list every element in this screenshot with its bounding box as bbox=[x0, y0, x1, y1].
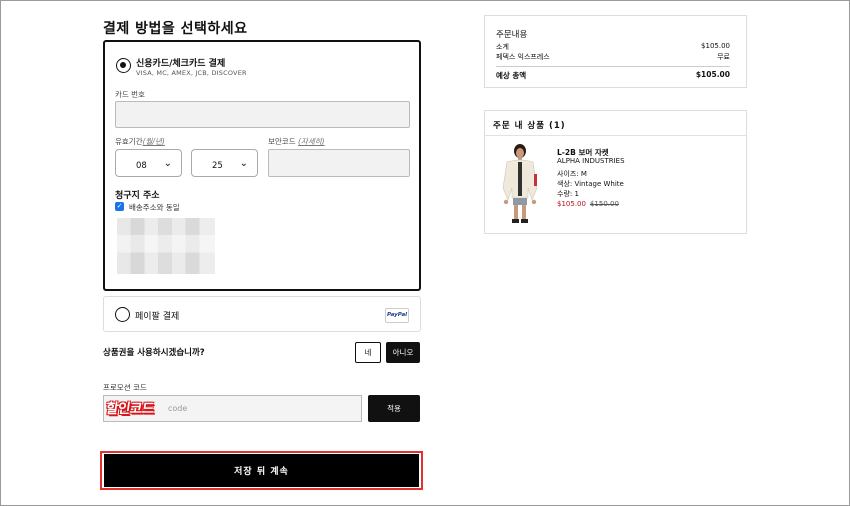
product-quantity: 수량: 1 bbox=[557, 190, 579, 198]
cvv-help-link[interactable]: (자세히) bbox=[298, 137, 325, 146]
product-sale-price: $105.00 bbox=[557, 200, 586, 208]
gift-card-question: 상품권을 사용하시겠습니까? bbox=[103, 348, 205, 358]
payment-method-heading: 결제 방법을 선택하세요 bbox=[103, 21, 248, 37]
paypal-title: 페이팔 결제 bbox=[135, 312, 180, 322]
card-networks: VISA, MC, AMEX, JCB, DISCOVER bbox=[136, 69, 247, 77]
shipping-label: 페덱스 익스프레스 bbox=[496, 53, 550, 61]
card-number-input[interactable] bbox=[115, 101, 410, 128]
promo-apply-button[interactable]: 적용 bbox=[368, 395, 420, 422]
card-payment-radio[interactable] bbox=[116, 58, 131, 73]
product-price: $105.00 $150.00 bbox=[557, 200, 619, 208]
paypal-radio[interactable] bbox=[115, 307, 130, 322]
subtotal-row: 소계 $105.00 bbox=[496, 42, 730, 52]
chevron-down-icon: ⌄ bbox=[239, 158, 248, 169]
product-size: 사이즈: M bbox=[557, 170, 587, 178]
cvv-label: 보안코드 (자세히) bbox=[268, 137, 325, 146]
chevron-down-icon: ⌄ bbox=[163, 158, 172, 169]
order-summary-title: 주문내용 bbox=[496, 30, 528, 40]
shipping-row: 페덱스 익스프레스 무료 bbox=[496, 52, 730, 62]
billing-address-heading: 청구지 주소 bbox=[115, 191, 160, 201]
expiry-year-value: 25 bbox=[212, 161, 223, 171]
gift-card-no-button[interactable]: 아니오 bbox=[386, 342, 420, 363]
shipping-value: 무료 bbox=[717, 53, 730, 61]
total-row: 예상 총액 $105.00 bbox=[496, 70, 730, 81]
total-value: $105.00 bbox=[695, 70, 730, 79]
product-original-price: $150.00 bbox=[589, 200, 619, 208]
subtotal-label: 소계 bbox=[496, 43, 509, 51]
promo-code-input[interactable]: 할인코드 code bbox=[103, 395, 362, 422]
same-as-shipping-label: 배송주소와 동일 bbox=[129, 203, 180, 212]
total-label: 예상 총액 bbox=[496, 71, 527, 80]
summary-divider bbox=[496, 66, 730, 67]
product-color: 색상: Vintage White bbox=[557, 180, 624, 188]
product-brand: ALPHA INDUSTRIES bbox=[557, 157, 625, 165]
discount-code-sticker: 할인코드 bbox=[104, 401, 155, 417]
card-number-label: 카드 번호 bbox=[115, 90, 145, 99]
expiry-month-value: 08 bbox=[136, 161, 147, 171]
promo-code-placeholder: code bbox=[168, 404, 188, 413]
expiry-label: 유효기간(월/년) bbox=[115, 137, 165, 146]
gift-card-yes-button[interactable]: 네 bbox=[355, 342, 381, 363]
card-payment-title: 신용카드/체크카드 결제 bbox=[136, 59, 226, 69]
paypal-logo-icon: PayPal bbox=[385, 308, 409, 323]
subtotal-value: $105.00 bbox=[701, 42, 730, 50]
expiry-year-select[interactable]: 25 ⌄ bbox=[191, 149, 258, 177]
promo-code-label: 프로모션 코드 bbox=[103, 383, 147, 392]
order-summary-panel: 주문내용 소계 $105.00 페덱스 익스프레스 무료 예상 총액 $105.… bbox=[484, 15, 747, 88]
same-as-shipping-checkbox[interactable]: ✓ bbox=[115, 202, 124, 211]
order-items-title: 주문 내 상품 (1) bbox=[485, 111, 746, 136]
paypal-payment-panel[interactable]: 페이팔 결제 PayPal bbox=[103, 296, 421, 332]
redacted-address-block bbox=[117, 218, 215, 274]
cvv-input[interactable] bbox=[268, 149, 410, 177]
order-items-panel: 주문 내 상품 (1) L-2B 보머 자켓 ALPHA INDUSTRIES … bbox=[484, 110, 747, 234]
save-and-continue-button[interactable]: 저장 뒤 계속 bbox=[104, 454, 419, 487]
expiry-month-select[interactable]: 08 ⌄ bbox=[115, 149, 182, 177]
product-image[interactable] bbox=[495, 142, 545, 225]
